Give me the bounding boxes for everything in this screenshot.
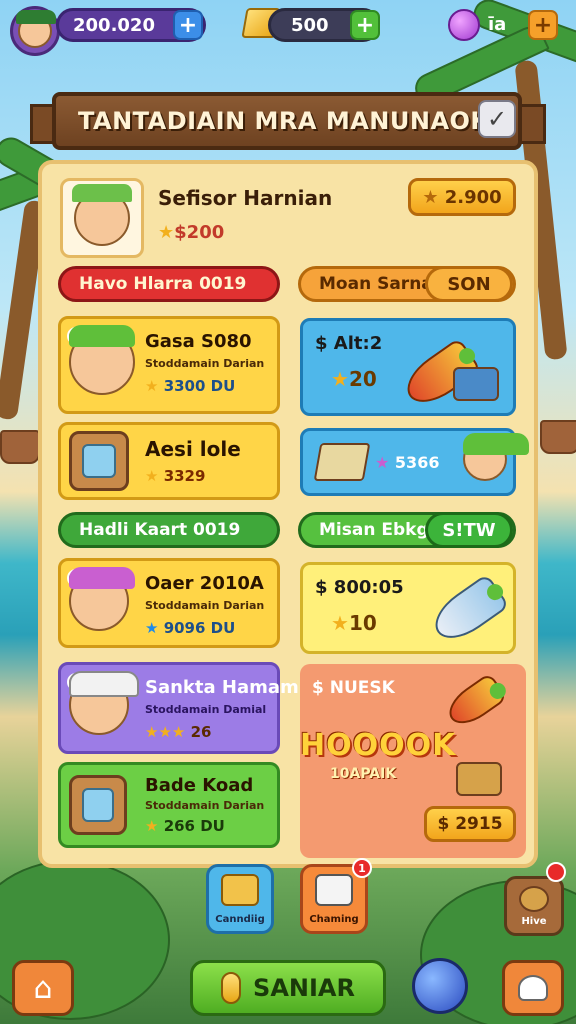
title-banner: TANTADIAIN MRA MANUNAOK!	[52, 92, 522, 150]
banner-title: TANTADIAIN MRA MANUNAOK!	[78, 107, 501, 135]
treasure-chest-icon	[456, 762, 502, 796]
star-icon: ★	[422, 186, 439, 208]
main-action-button[interactable]: SANIAR	[190, 960, 386, 1016]
cheese-icon	[221, 874, 259, 906]
check-icon: ✓	[486, 105, 508, 133]
shop-card-4[interactable]: Sankta Hamam Stoddamain Damial ★★★ 26	[58, 662, 299, 754]
offer-value: ★10	[331, 611, 377, 635]
mirror-frame-icon	[69, 431, 129, 491]
tab-havo[interactable]: Havo Hlarra 0019	[58, 266, 280, 302]
home-icon: ⌂	[33, 970, 53, 1006]
offer-value: ★20	[331, 367, 377, 391]
shop-card-2[interactable]: Aesi lole ★ 3329	[58, 422, 280, 500]
hive-button[interactable]: Hive	[504, 876, 564, 936]
shuttle-icon	[426, 573, 510, 649]
offer-title: $ 800:05	[315, 577, 404, 598]
card-value: ★ 3329	[145, 467, 206, 485]
card-title: Oaer 2010A	[145, 573, 264, 594]
tab-moan-pill[interactable]: SON	[425, 266, 513, 302]
card-subtitle: Stoddamain Darian	[145, 357, 265, 370]
card-value: ★ 266 DU	[145, 817, 225, 835]
canndiig-button[interactable]: Canndiig	[206, 864, 274, 934]
kid-icon	[69, 567, 135, 631]
tab-hadli[interactable]: Hadli Kaart 0019	[58, 512, 280, 548]
kid-icon	[69, 325, 135, 395]
offer-title: $ Alt:2	[315, 333, 383, 354]
mirror-frame-icon	[69, 775, 127, 835]
add-currency-3-button[interactable]: +	[528, 10, 558, 40]
hive-notification-dot	[546, 862, 566, 882]
coin-icon	[221, 972, 242, 1004]
tab-misan[interactable]: Misan Ebkgen S!TW	[298, 512, 516, 548]
shop-card-1[interactable]: Gasa S080 Stoddamain Darian ★ 3300 DU	[58, 316, 280, 414]
profile-portrait	[60, 178, 144, 258]
profile-coins: ★$200	[158, 222, 225, 243]
shop-card-3[interactable]: Oaer 2010A Stoddamain Darian ★ 9096 DU	[58, 558, 280, 648]
currency-1-value: 200.020	[73, 14, 155, 36]
currency-2-value: 500	[291, 14, 329, 36]
shop-card-5[interactable]: Bade Koad Stoddamain Darian ★ 266 DU	[58, 762, 280, 848]
offer-value: ★ 5366	[375, 453, 440, 472]
star-icon: ★	[158, 222, 175, 243]
book-icon	[313, 443, 371, 481]
balance-button[interactable]: ★ 2.900	[408, 178, 516, 216]
card-value: ★ 9096 DU	[145, 619, 236, 637]
add-currency-1-button[interactable]: +	[173, 10, 203, 40]
card-title: Gasa S080	[145, 331, 252, 352]
chef-hat-icon	[518, 975, 548, 1001]
card-subtitle: Stoddamain Darian	[145, 599, 265, 612]
buy-promo-button[interactable]: $ 2915	[424, 806, 516, 842]
card-subtitle: Stoddamain Damial	[145, 703, 267, 716]
card-value: ★ 3300 DU	[145, 377, 236, 395]
hive-label: Hive	[521, 916, 547, 927]
box-icon	[315, 874, 353, 906]
add-currency-2-button[interactable]: +	[350, 10, 380, 40]
promo-title: $ NUESK	[312, 678, 395, 698]
canndiig-label: Canndiig	[215, 914, 265, 925]
confirm-button[interactable]: ✓	[478, 100, 516, 138]
notification-badge: 1	[352, 858, 372, 878]
home-button[interactable]: ⌂	[12, 960, 74, 1016]
hive-icon	[519, 886, 549, 912]
planter-left	[0, 430, 40, 464]
promo-subline: 10APAIK	[330, 766, 397, 782]
planter-right	[540, 420, 576, 454]
canister-icon	[453, 367, 499, 401]
kid-icon	[69, 671, 139, 735]
chef-button[interactable]	[502, 960, 564, 1016]
main-action-label: SANIAR	[253, 974, 355, 1002]
player-avatar[interactable]	[10, 6, 60, 56]
card-subtitle: Stoddamain Darian	[145, 799, 265, 812]
kid-icon	[463, 433, 529, 481]
profile-name: Sefisor Harnian	[158, 186, 333, 210]
currency-3-value: ı̄a	[488, 14, 507, 35]
promo-headline: HOOOOK	[300, 728, 457, 763]
gem-icon	[448, 9, 480, 41]
card-title: Bade Koad	[145, 775, 254, 796]
tab-moan[interactable]: Moan Sarnah SON	[298, 266, 516, 302]
offer-card-shuttle[interactable]: $ 800:05 ★10	[300, 562, 516, 654]
card-value: ★★★ 26	[145, 723, 212, 741]
chaming-label: Chaming	[309, 914, 359, 925]
offer-card-rocket[interactable]: $ Alt:2 ★20	[300, 318, 516, 416]
top-bar: 200.020 + 500 + ı̄a +	[0, 6, 576, 56]
card-title: Sankta Hamam	[145, 677, 299, 698]
offer-card-book[interactable]: ★ 5366	[300, 428, 529, 496]
tab-misan-pill[interactable]: S!TW	[425, 512, 513, 548]
card-title: Aesi lole	[145, 437, 241, 461]
magic-orb-button[interactable]	[412, 958, 468, 1014]
